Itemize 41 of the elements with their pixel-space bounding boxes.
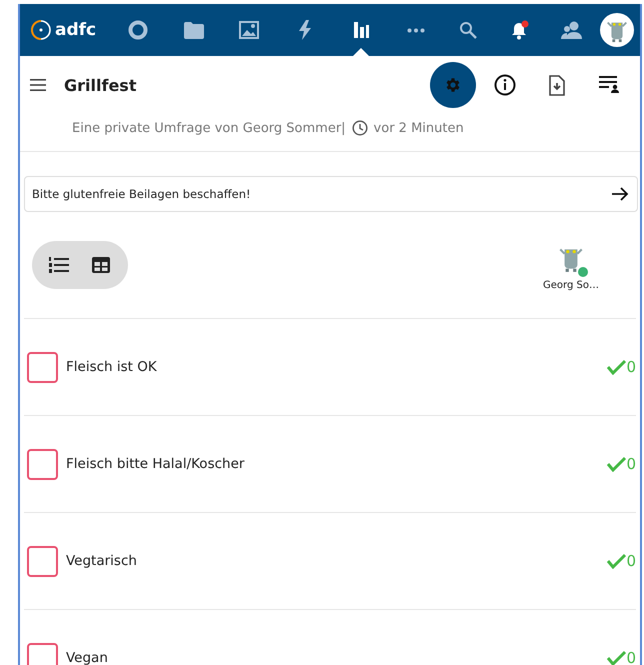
table-icon [91,256,111,274]
user-avatar[interactable] [600,13,634,47]
check-icon [606,359,626,375]
owner-text: Eine private Umfrage von Georg Sommer| [72,120,346,136]
vote-count: 0 [626,552,636,570]
comment-input[interactable]: Bitte glutenfreie Beilagen beschaffen! [24,176,638,212]
circle-icon [126,19,149,41]
image-icon [239,21,260,39]
vote-count: 0 [626,649,636,665]
vote-checkbox[interactable] [27,352,58,382]
time-text: vor 2 Minuten [374,120,464,136]
logo-text: adfc [55,20,96,40]
vote-checkbox[interactable] [27,642,58,665]
lightning-icon [298,20,312,40]
info-icon [494,74,516,96]
folder-icon [184,22,204,38]
option-text: Fleisch ist OK [66,359,157,375]
arrow-right-icon[interactable] [611,186,629,202]
check-icon [606,456,626,472]
vote-count: 0 [626,455,636,473]
participant-name: Georg So… [543,280,599,291]
file-download-icon [549,74,565,96]
vote-checkbox[interactable] [27,546,58,576]
list-user-icon [599,76,619,94]
menu-icon[interactable] [30,79,46,91]
numbered-list-icon [48,255,70,275]
check-icon [606,553,626,569]
clock-icon [352,120,368,136]
option-text: Vegan [66,650,108,665]
check-icon [606,650,626,665]
settings-button[interactable] [430,62,476,108]
contacts-icon [561,20,583,40]
vote-checkbox[interactable] [27,448,58,480]
more-icon [407,28,426,32]
option-text: Fleisch bitte Halal/Koscher [66,456,244,472]
vote-count: 0 [626,358,636,376]
option-text: Vegtarisch [66,553,137,569]
settings-icon [444,76,462,94]
poll-title: Grillfest [64,76,136,94]
search-icon [459,21,477,39]
logo-icon [30,19,52,41]
